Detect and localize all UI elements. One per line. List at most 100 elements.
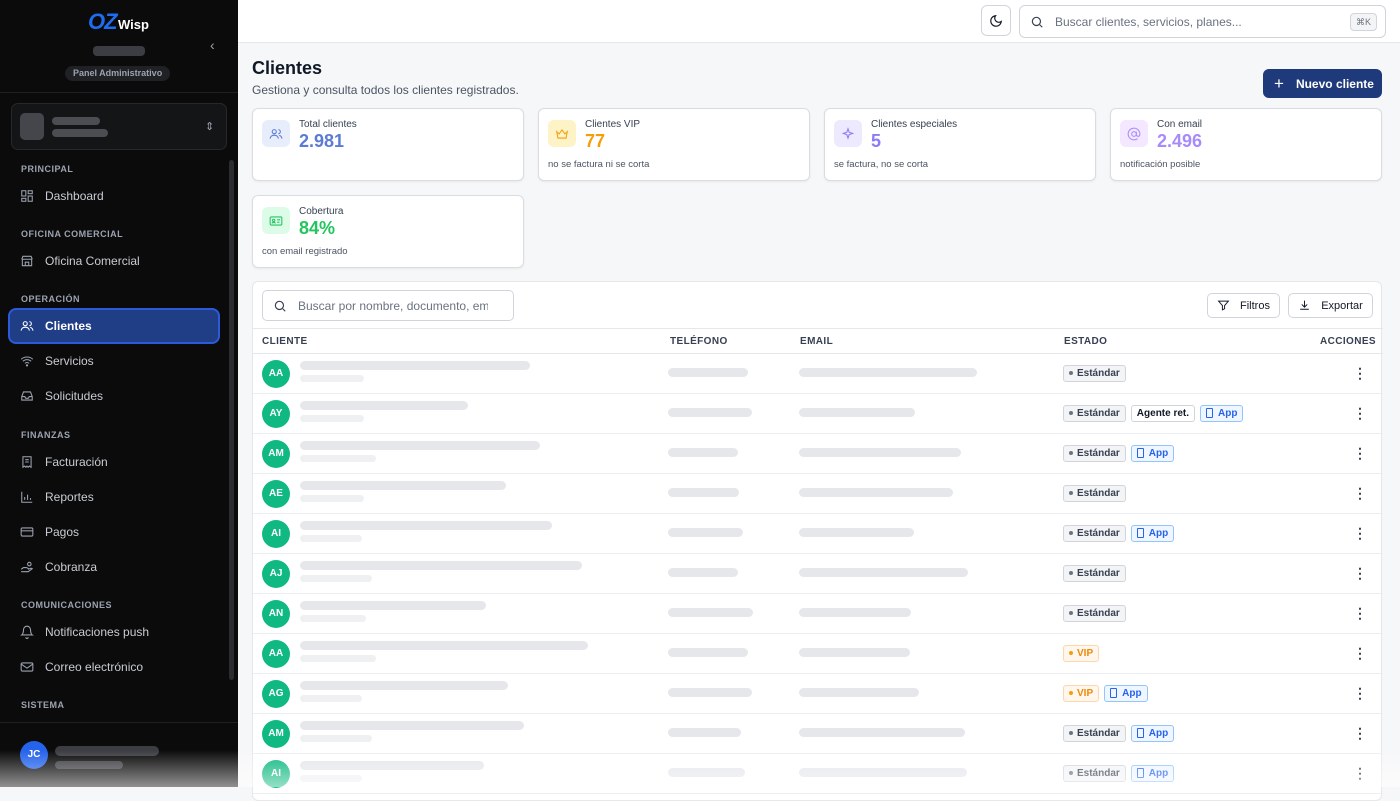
client-avatar: AM: [262, 720, 290, 748]
status-badge-estandar: Estándar: [1063, 725, 1126, 742]
phone-placeholder: [668, 608, 753, 617]
sidebar-item-oficina-comercial[interactable]: Oficina Comercial: [10, 245, 218, 277]
status-badges: Estándar App: [1063, 765, 1175, 782]
sidebar-item-facturacion[interactable]: Facturación: [10, 446, 218, 478]
email-placeholder: [799, 528, 914, 537]
nav-section-comunicaciones: COMUNICACIONES: [21, 600, 113, 610]
sidebar-item-solicitudes[interactable]: Solicitudes: [10, 380, 218, 412]
email-placeholder: [799, 648, 910, 657]
table-row[interactable]: AI Estándar App ⋮: [253, 514, 1383, 554]
filter-icon: [1217, 300, 1230, 311]
column-header-acciones: ACCIONES: [1320, 336, 1376, 347]
client-avatar: AI: [262, 520, 290, 548]
table-row[interactable]: AG VIP App ⋮: [253, 674, 1383, 714]
client-name-placeholder: [300, 641, 588, 650]
bar-chart-icon: [21, 491, 33, 503]
sidebar-item-cobranza[interactable]: Cobranza: [10, 551, 218, 583]
stat-note: no se factura ni se corta: [548, 159, 650, 170]
sidebar-item-correo-electronico[interactable]: Correo electrónico: [10, 651, 218, 683]
tenant-switcher[interactable]: ⇕: [11, 103, 227, 150]
stat-card-clientes-especiales: Clientes especiales 5 se factura, no se co…: [824, 108, 1096, 181]
stat-value: 2.981: [299, 131, 345, 151]
sidebar-item-dashboard[interactable]: Dashboard: [10, 180, 218, 212]
phone-placeholder: [668, 448, 738, 457]
nav-section-sistema: SISTEMA: [21, 700, 65, 710]
more-vertical-icon[interactable]: ⋮: [1353, 366, 1367, 380]
more-vertical-icon[interactable]: ⋮: [1353, 726, 1367, 740]
status-badges: VIP: [1063, 645, 1100, 662]
sidebar: OZ Wisp Panel Administrativo ‹ ⇕ PRINCIP…: [0, 0, 238, 787]
collapse-sidebar-icon[interactable]: ‹: [210, 38, 224, 52]
theme-toggle-button[interactable]: [981, 5, 1011, 36]
status-badge-app: App: [1200, 405, 1244, 422]
table-row[interactable]: AM Estándar App ⋮: [253, 714, 1383, 754]
sidebar-scrollbar[interactable]: [229, 160, 234, 680]
user-profile[interactable]: JC: [0, 722, 238, 787]
client-name-placeholder: [300, 561, 582, 570]
column-header-estado[interactable]: ESTADO: [1064, 336, 1107, 347]
email-placeholder: [799, 448, 961, 457]
more-vertical-icon[interactable]: ⋮: [1353, 526, 1367, 540]
table-row[interactable]: AA VIP ⋮: [253, 634, 1383, 674]
user-name-placeholder: [55, 746, 159, 756]
global-search-input[interactable]: Buscar clientes, servicios, planes... ⌘K: [1019, 5, 1386, 38]
client-doc-placeholder: [300, 735, 372, 742]
sidebar-item-label: Correo electrónico: [45, 660, 144, 674]
sidebar-item-label: Servicios: [45, 354, 94, 368]
client-avatar: AI: [262, 760, 290, 788]
more-vertical-icon[interactable]: ⋮: [1353, 606, 1367, 620]
email-placeholder: [799, 368, 977, 377]
search-shortcut: ⌘K: [1349, 13, 1377, 31]
logo-wisp: Wisp: [118, 17, 149, 32]
status-badge-vip: VIP: [1063, 645, 1100, 662]
more-vertical-icon[interactable]: ⋮: [1353, 566, 1367, 580]
more-vertical-icon[interactable]: ⋮: [1353, 446, 1367, 460]
panel-badge: Panel Administrativo: [65, 66, 171, 81]
export-button[interactable]: Exportar: [1288, 293, 1373, 318]
more-vertical-icon[interactable]: ⋮: [1353, 486, 1367, 500]
new-client-button[interactable]: + Nuevo cliente: [1263, 69, 1382, 98]
nav-section-finanzas: FINANZAS: [21, 430, 71, 440]
status-badges: Estándar: [1063, 365, 1126, 382]
table-row[interactable]: AY Estándar Agente ret. App ⋮: [253, 394, 1383, 434]
table-row[interactable]: AM Estándar App ⋮: [253, 434, 1383, 474]
moon-icon: [990, 14, 1002, 27]
sidebar-item-pagos[interactable]: Pagos: [10, 516, 218, 548]
hand-coins-icon: [20, 561, 34, 573]
more-vertical-icon[interactable]: ⋮: [1353, 686, 1367, 700]
client-avatar: AG: [262, 680, 290, 708]
phone-placeholder: [668, 408, 752, 417]
phone-placeholder: [668, 528, 743, 537]
more-vertical-icon[interactable]: ⋮: [1353, 766, 1367, 780]
table-row[interactable]: AI Estándar App ⋮: [253, 754, 1383, 794]
status-badge-app: App: [1130, 445, 1175, 462]
client-avatar: AE: [262, 480, 290, 508]
grid-icon: [21, 190, 33, 202]
sidebar-item-servicios[interactable]: Servicios: [10, 345, 218, 377]
sidebar-item-clientes[interactable]: Clientes: [10, 310, 218, 342]
status-badges: VIP App: [1063, 685, 1148, 702]
column-header-telefono[interactable]: TELÉFONO: [670, 336, 728, 347]
table-row[interactable]: AA Estándar ⋮: [253, 354, 1383, 394]
sidebar-item-notificaciones-push[interactable]: Notificaciones push: [10, 616, 218, 648]
sidebar-item-reportes[interactable]: Reportes: [10, 481, 218, 513]
column-header-cliente[interactable]: CLIENTE: [262, 336, 308, 347]
users-icon: [269, 128, 283, 139]
table-header: CLIENTE TELÉFONO EMAIL ESTADO ACCIONES: [253, 328, 1383, 354]
more-vertical-icon[interactable]: ⋮: [1353, 406, 1367, 420]
client-doc-placeholder: [300, 415, 364, 422]
sparkles-icon: [841, 126, 855, 140]
status-badge-estandar: Estándar: [1063, 765, 1126, 782]
client-search-input[interactable]: Buscar por nombre, documento, email: [262, 290, 514, 321]
status-badge-estandar: Estándar: [1063, 485, 1126, 502]
table-row[interactable]: AJ Estándar ⋮: [253, 554, 1383, 594]
tenant-name-placeholder: [52, 117, 100, 125]
phone-placeholder: [668, 568, 738, 577]
column-header-email[interactable]: EMAIL: [800, 336, 833, 347]
filters-button[interactable]: Filtros: [1207, 293, 1280, 318]
table-row[interactable]: AN Estándar ⋮: [253, 594, 1383, 634]
more-vertical-icon[interactable]: ⋮: [1353, 646, 1367, 660]
client-avatar: AA: [262, 640, 290, 668]
table-row[interactable]: AE Estándar ⋮: [253, 474, 1383, 514]
client-doc-placeholder: [300, 695, 362, 702]
